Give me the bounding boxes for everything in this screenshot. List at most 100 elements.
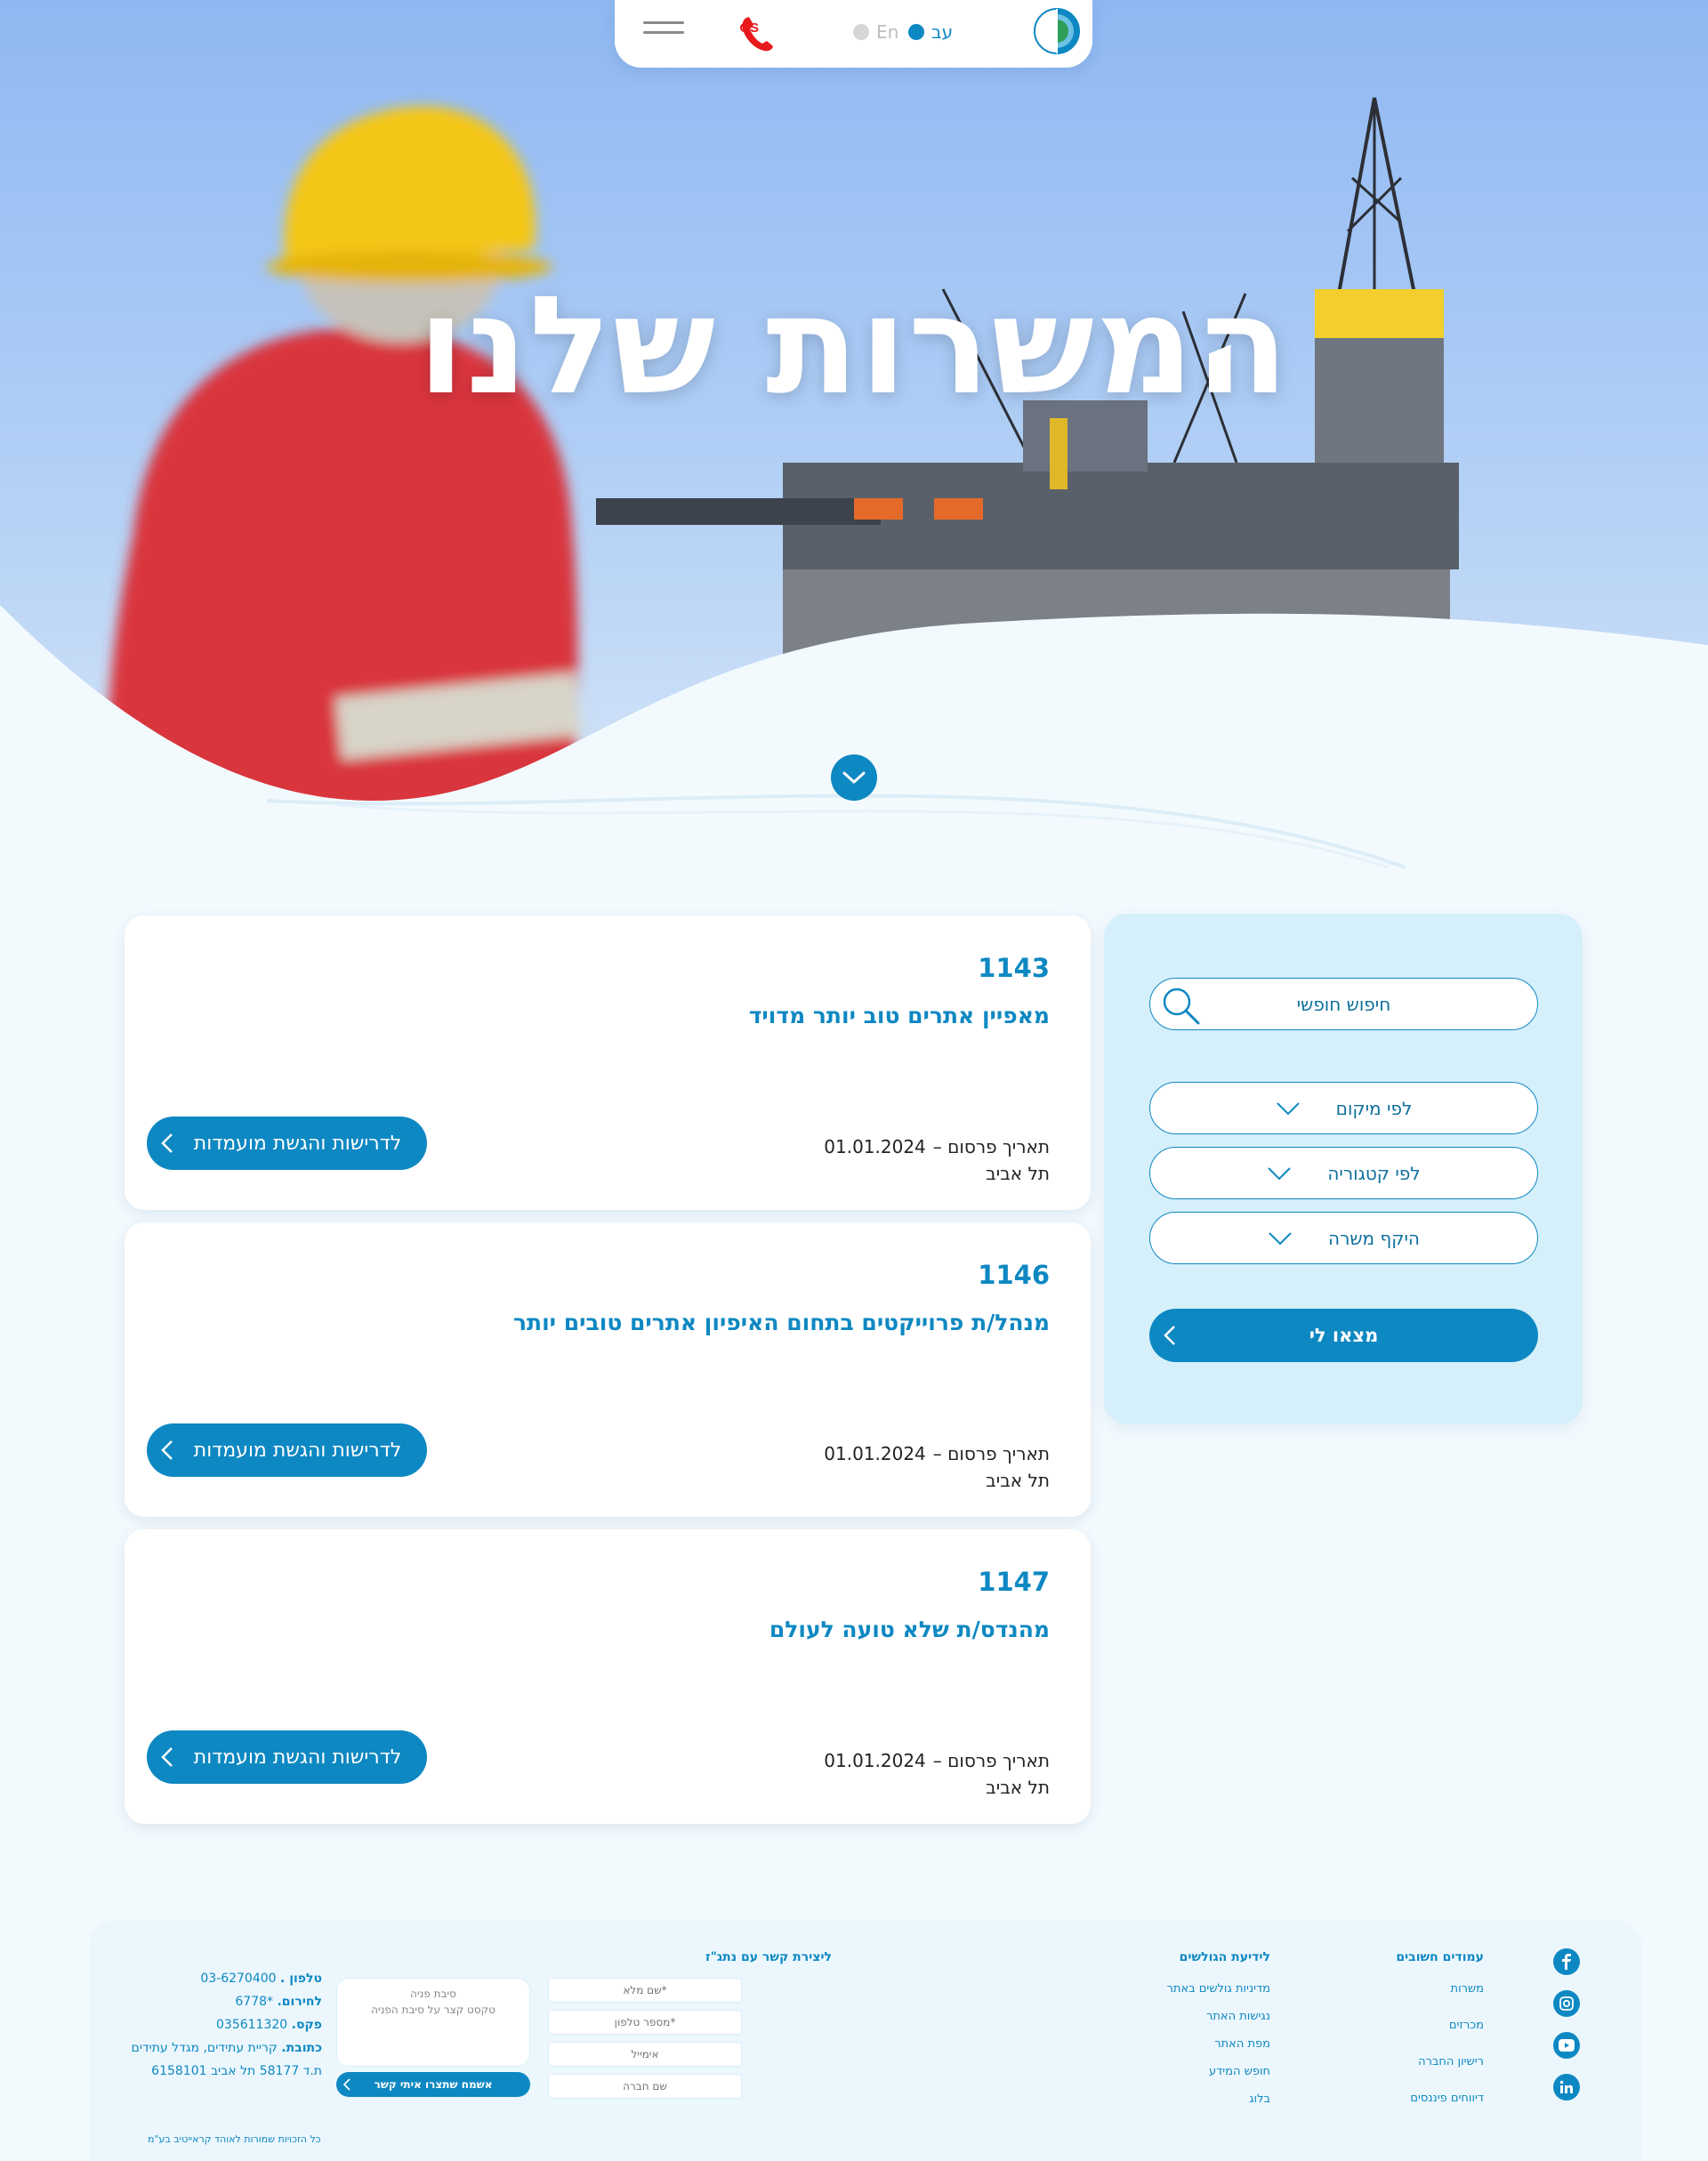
job-scope-select[interactable]: היקף משרה — [1149, 1212, 1538, 1264]
job-date-label: תאריך פרסום – — [932, 1750, 1050, 1771]
footer-link-freedom-of-information[interactable]: חופש המידע — [1137, 2065, 1270, 2078]
reason-textarea[interactable]: סיבת פניה טקסט קצר על סיבת הפניה — [336, 1978, 530, 2067]
hero-section: המשרות שלנו — [0, 0, 1708, 890]
job-publish-date: תאריך פרסום – 01.01.2024 — [824, 1443, 1050, 1464]
emergency-line: לחירום. *6778 — [107, 1995, 322, 2009]
reason-placeholder: טקסט קצר על סיבת הפניה — [371, 2004, 495, 2016]
find-jobs-button[interactable]: מצאו לי — [1149, 1309, 1538, 1362]
footer-link-blog[interactable]: בלוג — [1137, 2092, 1270, 2106]
job-date-label: תאריך פרסום – — [932, 1136, 1050, 1157]
reason-title: סיבת פניה — [410, 1988, 456, 2000]
footer-link-financial-reports[interactable]: דיווחים פיננסים — [1368, 2092, 1484, 2105]
facebook-icon[interactable] — [1553, 1948, 1580, 1975]
job-id: 1146 — [978, 1260, 1050, 1290]
chevron-down-icon — [1269, 1231, 1292, 1245]
job-title[interactable]: מאפיין אתרים טוב יותר מדויד — [749, 1003, 1050, 1028]
chevron-down-icon — [1268, 1166, 1292, 1180]
search-placeholder: חיפוש חופשי — [1296, 993, 1391, 1015]
emergency-label: לחירום. — [277, 1995, 322, 2009]
pobox-line: ת.ד 58177 תל אביב 6158101 — [151, 2064, 322, 2078]
sos-phone-button[interactable]: SOS — [730, 12, 791, 53]
job-date-label: תאריך פרסום – — [932, 1443, 1050, 1464]
contact-form-title: ליצירת קשר עם נתג"ז — [705, 1950, 832, 1964]
job-title[interactable]: מנהל/ת פרוייקטים בתחום האיפיון אתרים טוב… — [513, 1310, 1050, 1335]
email-field[interactable] — [548, 2042, 742, 2067]
copyright: כל הזכויות שמורות לאוהד קראייטיב בע"מ — [148, 2133, 321, 2145]
emergency-number[interactable]: *6778 — [235, 1995, 273, 2009]
apply-button-label: לדרישות והגשת מועמדות — [193, 1132, 402, 1155]
job-id: 1147 — [978, 1567, 1050, 1597]
apply-button-label: לדרישות והגשת מועמדות — [193, 1439, 402, 1462]
category-select[interactable]: לפי קטגוריה — [1149, 1147, 1538, 1199]
footer-important-pages: עמודים חשובים משרות מכרזים רישיון החברה … — [1368, 1950, 1484, 2128]
search-input[interactable]: חיפוש חופשי — [1149, 978, 1538, 1030]
apply-button[interactable]: לדרישות והגשת מועמדות — [147, 1423, 427, 1477]
job-title[interactable]: מהנדס/ת שלא טועה לעולם — [769, 1617, 1050, 1642]
job-location: תל אביב — [986, 1163, 1050, 1184]
language-hebrew[interactable]: עב — [908, 21, 953, 43]
job-date-value: 01.01.2024 — [824, 1443, 926, 1464]
fax-line: פקס. 035611320 — [107, 2018, 322, 2032]
phone-field[interactable] — [548, 2010, 742, 2035]
job-location: תל אביב — [986, 1470, 1050, 1491]
footer-link-jobs[interactable]: משרות — [1368, 1982, 1484, 1996]
footer-link-license[interactable]: רישיון החברה — [1368, 2055, 1484, 2068]
linkedin-icon[interactable] — [1553, 2074, 1580, 2101]
address-text: קריית עתידים, מגדל עתידים — [131, 2041, 278, 2055]
instagram-icon[interactable] — [1553, 1990, 1580, 2017]
chevron-left-icon — [161, 1439, 173, 1466]
svg-text:SOS: SOS — [739, 20, 759, 36]
address-line: כתובת. קריית עתידים, מגדל עתידים — [107, 2041, 322, 2055]
apply-button[interactable]: לדרישות והגשת מועמדות — [147, 1730, 427, 1784]
chevron-down-icon — [1276, 1101, 1300, 1115]
apply-button-label: לדרישות והגשת מועמדות — [193, 1746, 402, 1769]
job-scope-select-label: היקף משרה — [1328, 1227, 1420, 1249]
location-select-label: לפי מיקום — [1335, 1097, 1413, 1119]
chevron-left-icon — [342, 2078, 350, 2093]
footer-important-title: עמודים חשובים — [1396, 1950, 1484, 1964]
footer-surfers-info: לידיעת הגולשים מדיניות גולשים באתר נגישו… — [1137, 1950, 1270, 2120]
job-card: 1146 מנהל/ת פרוייקטים בתחום האיפיון אתרי… — [125, 1222, 1091, 1517]
scroll-down-button[interactable] — [831, 754, 877, 801]
job-publish-date: תאריך פרסום – 01.01.2024 — [824, 1136, 1050, 1157]
footer-surfers-title: לידיעת הגולשים — [1179, 1950, 1270, 1964]
job-publish-date: תאריך פרסום – 01.01.2024 — [824, 1750, 1050, 1771]
page-title: המשרות שלנו — [417, 267, 1291, 424]
language-hebrew-label: עב — [931, 21, 954, 43]
radio-unselected-icon — [853, 24, 869, 40]
apply-button[interactable]: לדרישות והגשת מועמדות — [147, 1117, 427, 1170]
phone-line: טלפון . 03-6270400 — [107, 1972, 322, 1986]
address-label: כתובת. — [281, 2041, 322, 2055]
contact-submit-label: אשמח שתצרו איתי קשר — [374, 2078, 493, 2091]
chevron-left-icon — [161, 1133, 173, 1159]
contact-submit-button[interactable]: אשמח שתצרו איתי קשר — [336, 2072, 530, 2097]
hamburger-menu-icon[interactable] — [643, 21, 684, 43]
footer-link-sitemap[interactable]: מפת האתר — [1137, 2037, 1270, 2051]
language-english[interactable]: En — [853, 21, 898, 43]
phone-number[interactable]: 03-6270400 — [200, 1972, 276, 1986]
full-name-field[interactable] — [548, 1978, 742, 2003]
job-card: 1143 מאפיין אתרים טוב יותר מדויד תאריך פ… — [125, 915, 1091, 1210]
fax-label: פקס. — [291, 2018, 322, 2032]
chevron-down-icon — [842, 771, 866, 784]
footer-link-tenders[interactable]: מכרזים — [1368, 2019, 1484, 2032]
search-icon — [1159, 984, 1202, 1031]
phone-label: טלפון . — [280, 1972, 322, 1986]
logo-icon[interactable] — [1033, 7, 1081, 55]
fax-number: 035611320 — [216, 2018, 288, 2032]
company-field[interactable] — [548, 2074, 742, 2099]
job-card: 1147 מהנדס/ת שלא טועה לעולם תאריך פרסום … — [125, 1529, 1091, 1824]
language-english-label: En — [876, 21, 899, 43]
sos-phone-icon: SOS — [730, 17, 773, 52]
job-location: תל אביב — [986, 1777, 1050, 1798]
youtube-icon[interactable] — [1553, 2032, 1580, 2059]
contact-info: טלפון . 03-6270400 לחירום. *6778 פקס. 03… — [107, 1972, 322, 2087]
location-select[interactable]: לפי מיקום — [1149, 1082, 1538, 1134]
job-date-value: 01.01.2024 — [824, 1750, 926, 1771]
job-date-value: 01.01.2024 — [824, 1136, 926, 1157]
footer-link-user-policy[interactable]: מדיניות גולשים באתר — [1137, 1982, 1270, 1996]
category-select-label: לפי קטגוריה — [1327, 1162, 1421, 1184]
top-navbar: עב En SOS — [615, 0, 1092, 68]
job-filters-panel: חיפוש חופשי לפי מיקום לפי קטגוריה היקף מ… — [1104, 914, 1583, 1424]
footer-link-accessibility[interactable]: נגישות האתר — [1137, 2010, 1270, 2023]
